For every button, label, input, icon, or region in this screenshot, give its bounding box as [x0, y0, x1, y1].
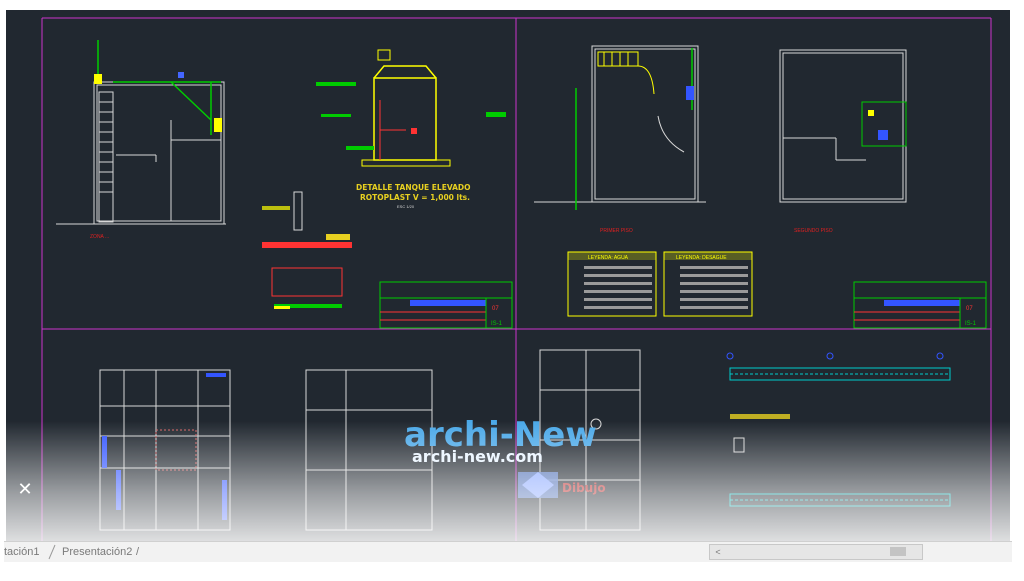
horizontal-scrollbar[interactable]: <: [709, 544, 923, 560]
title-block-1-sheet: IS-1: [491, 321, 503, 327]
drawing-viewport[interactable]: ZONA ... DETALLE TANQUE ELEVADO ROTOPLAS…: [6, 10, 1010, 541]
watermark-sub-brand: Dibujo: [562, 481, 606, 495]
legend-water-title: LEYENDA: AGUA: [588, 255, 629, 261]
tank-detail-scale: ESC 1/20: [397, 204, 415, 209]
drawing-canvas: ZONA ... DETALLE TANQUE ELEVADO ROTOPLAS…: [41, 17, 992, 541]
title-block-1-number: 07: [492, 306, 499, 312]
beam-sections: [726, 352, 951, 507]
tab-layout-2[interactable]: Presentación2: [62, 545, 132, 559]
tab-separator-icon: [48, 544, 56, 560]
tab-layout-1[interactable]: tación1: [4, 545, 39, 559]
legend-drain-title: LEYENDA: DESAGUE: [676, 255, 727, 261]
close-icon[interactable]: ✕: [16, 480, 34, 498]
first-floor-label: PRIMER PISO: [600, 228, 633, 234]
small-details: [262, 191, 352, 309]
layout-tab-bar: tación1 Presentación2 / <: [4, 541, 1012, 562]
scrollbar-thumb[interactable]: [890, 547, 906, 556]
floor-plan-first: [534, 45, 706, 203]
tank-detail-subtitle: ROTOPLAST V = 1,000 lts.: [360, 193, 470, 202]
watermark-url: archi-new.com: [412, 447, 543, 466]
scroll-left-icon[interactable]: <: [712, 545, 724, 559]
watermark-logo: archi-New archi-new.com Dibujo: [404, 415, 606, 498]
title-block-1: 07 IS-1: [379, 281, 513, 329]
floor-plan-top-left: [56, 81, 226, 225]
cad-window: ZONA ... DETALLE TANQUE ELEVADO ROTOPLAS…: [4, 4, 1012, 576]
tank-detail-title: DETALLE TANQUE ELEVADO: [356, 183, 471, 192]
legend-water: LEYENDA: AGUA: [567, 251, 657, 317]
floor-plan-second: [779, 49, 907, 203]
tank-detail: DETALLE TANQUE ELEVADO ROTOPLAST V = 1,0…: [316, 49, 506, 209]
title-block-2-sheet: IS-1: [965, 321, 977, 327]
zone-label: ZONA ...: [90, 234, 109, 240]
second-floor-label: SEGUNDO PISO: [794, 228, 833, 234]
status-bar: [4, 562, 1012, 576]
legend-drain: LEYENDA: DESAGUE: [663, 251, 753, 317]
title-block-2-number: 07: [966, 306, 973, 312]
title-block-2: 07 IS-1: [853, 281, 987, 329]
tab-add-icon[interactable]: /: [136, 545, 139, 559]
